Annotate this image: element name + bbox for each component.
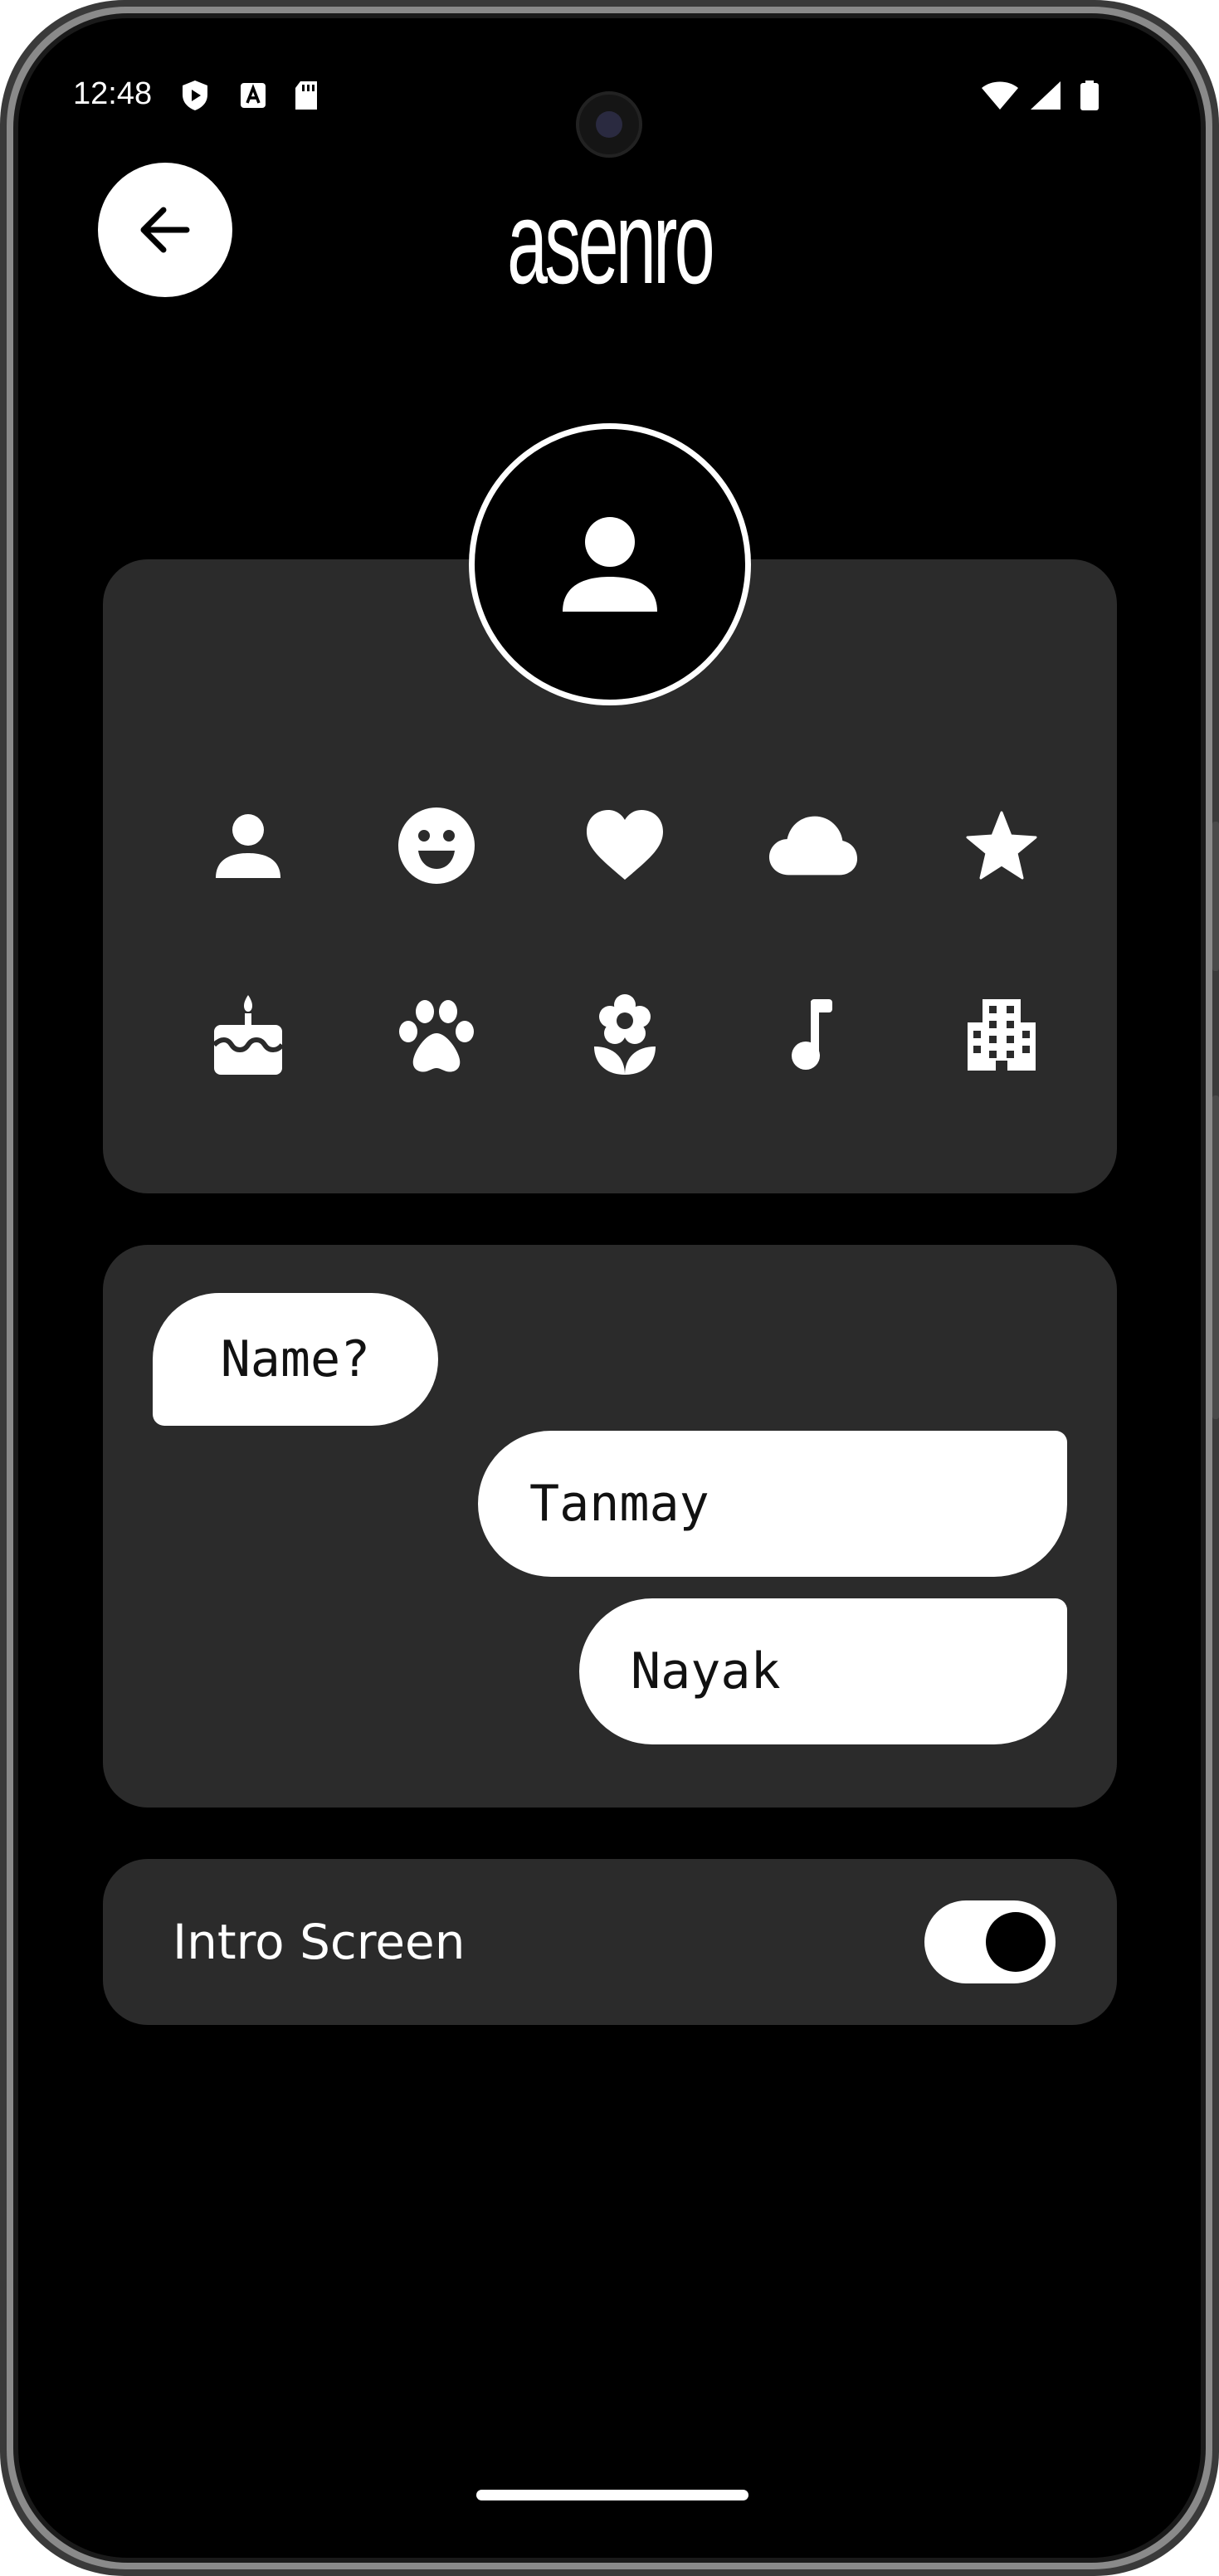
name-question-bubble: Name? (153, 1293, 438, 1426)
app-title: asenro (507, 177, 715, 309)
status-time: 12:48 (73, 76, 153, 111)
avatar[interactable] (469, 423, 751, 705)
shield-play-icon (183, 80, 207, 110)
screen: 12:48 asenro Name? Tanmay Nayak Intro Sc… (18, 18, 1201, 2558)
icon-option-person[interactable] (202, 800, 294, 891)
name-chat-card: Name? Tanmay Nayak (103, 1245, 1117, 1808)
smiley-icon (398, 807, 475, 884)
battery-icon (1080, 80, 1099, 110)
power-button (1212, 822, 1219, 971)
wifi-icon (982, 81, 1018, 110)
paw-icon (399, 1000, 474, 1072)
volume-button (1212, 1095, 1219, 1419)
back-button[interactable] (98, 163, 232, 297)
cloud-icon (768, 816, 858, 876)
last-name-bubble[interactable]: Nayak (579, 1598, 1067, 1744)
intro-screen-setting: Intro Screen (103, 1859, 1117, 2025)
text-a-icon (241, 83, 266, 108)
star-icon (966, 811, 1037, 880)
icon-option-cake[interactable] (202, 989, 294, 1081)
icon-option-heart[interactable] (579, 800, 670, 891)
icon-option-cloud[interactable] (768, 800, 859, 891)
icon-option-building[interactable] (956, 989, 1047, 1081)
front-camera (576, 91, 642, 158)
first-name-bubble[interactable]: Tanmay (478, 1431, 1067, 1577)
intro-screen-toggle[interactable] (924, 1900, 1056, 1983)
person-icon (563, 517, 657, 612)
home-indicator[interactable] (476, 2490, 748, 2500)
person-icon (216, 814, 280, 878)
icon-option-music-note[interactable] (768, 989, 859, 1081)
heart-icon (587, 810, 663, 880)
icon-option-smiley[interactable] (391, 800, 482, 891)
sd-card-icon (295, 81, 317, 110)
building-icon (968, 999, 1036, 1071)
arrow-left-icon (140, 207, 190, 253)
cell-signal-icon (1031, 81, 1061, 110)
flower-icon (594, 994, 656, 1075)
status-bar: 12:48 (18, 18, 1201, 158)
toggle-knob (986, 1912, 1046, 1972)
icon-option-paw[interactable] (391, 989, 482, 1081)
cake-icon (212, 995, 284, 1075)
music-note-icon (792, 999, 832, 1070)
icon-option-flower[interactable] (579, 989, 670, 1081)
intro-screen-label: Intro Screen (173, 1914, 466, 1970)
icon-option-star[interactable] (956, 800, 1047, 891)
